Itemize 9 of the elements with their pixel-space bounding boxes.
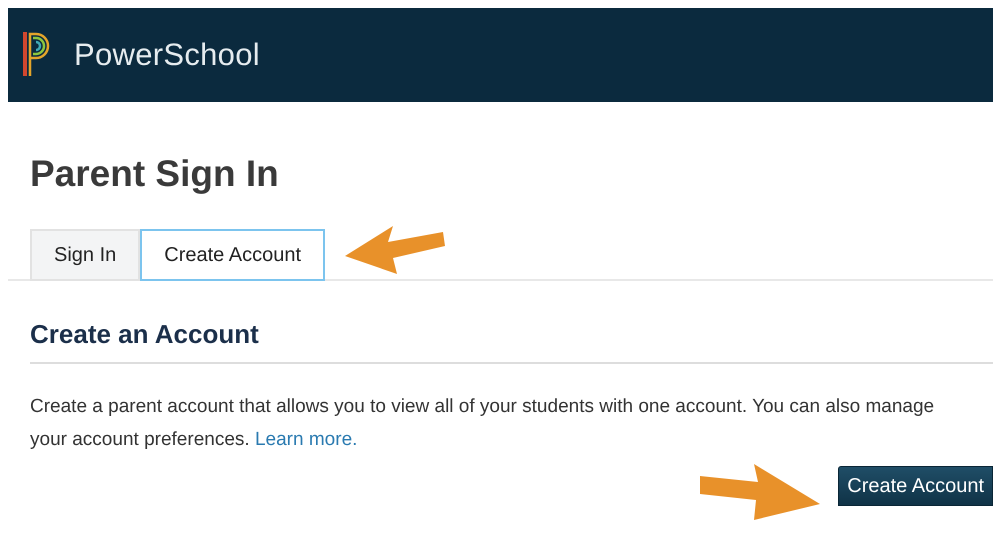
brand-name: PowerSchool xyxy=(74,37,260,73)
page-title: Parent Sign In xyxy=(30,152,280,196)
tab[interactable]: Create Account xyxy=(140,229,326,281)
create-account-button[interactable]: Create Account xyxy=(838,466,993,506)
description-text: Create a parent account that allows you to view all of your students with one account. You can also manage your account preferences. Learn more. xyxy=(30,395,936,452)
section-heading: Create an Account xyxy=(30,319,993,364)
arrow-icon xyxy=(698,462,822,520)
learn-more-link[interactable]: Learn more. xyxy=(254,429,358,450)
tab[interactable]: Sign In xyxy=(30,229,140,281)
